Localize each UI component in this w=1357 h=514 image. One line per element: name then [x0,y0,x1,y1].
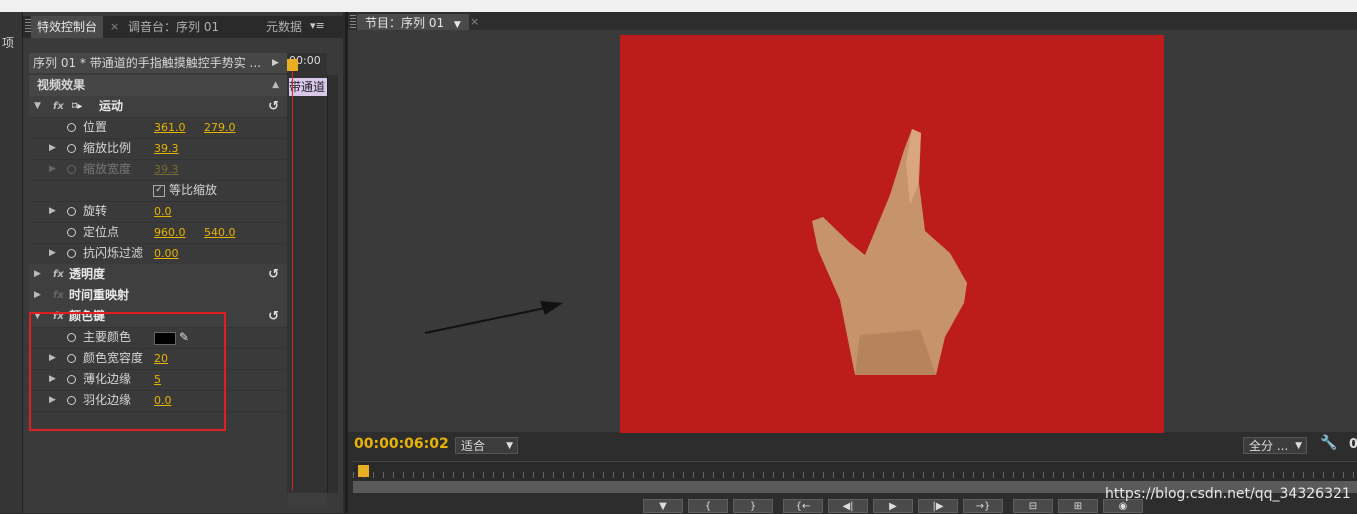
param-value[interactable]: 0.00 [154,243,179,264]
ruler-ticks [353,472,1357,478]
current-timecode[interactable]: 00:00:06:02 [354,436,449,452]
reset-icon[interactable]: ↺ [268,264,279,285]
fit-value: 适合 [461,439,486,453]
panel-menu-icon[interactable]: ▾≡ [310,19,325,32]
uniform-scale-checkbox[interactable]: ✓ [153,185,165,197]
lift-button[interactable]: ⊟ [1013,499,1053,513]
step-forward-button[interactable]: |▶ [918,499,958,513]
mark-in-button[interactable]: { [688,499,728,513]
close-icon[interactable]: × [470,15,479,28]
param-anti-flicker: ▶ 抗闪烁过滤 0.00 [29,243,287,265]
add-marker-button[interactable]: ▼ [643,499,683,513]
sequence-clip-header[interactable]: 序列 01 * 带通道的手指触摸触控手势实 ... [29,53,287,73]
param-value[interactable]: 0.0 [154,201,172,222]
param-scale-width: ▶ 缩放宽度 39.3 [29,159,287,181]
param-scale: ▶ 缩放比例 39.3 [29,138,287,160]
effect-name: 运动 [99,99,124,113]
chevron-down-icon: ▼ [506,441,513,451]
expand-triangle-icon[interactable]: ▶ [34,285,41,306]
tab-effect-controls[interactable]: 特效控制台 [31,16,104,38]
expand-triangle-icon[interactable]: ▶ [49,201,56,222]
watermark-text: https://blog.csdn.net/qq_34326321 [1105,486,1351,502]
arrow-annotation [424,301,563,334]
param-uniform-scale: ✓ 等比缩放 [29,180,287,202]
stopwatch-icon[interactable] [67,144,76,153]
effect-timeline-pane[interactable] [287,53,327,493]
param-rotation: ▶ 旋转 0.0 [29,201,287,223]
vertical-scrollbar[interactable] [327,75,338,493]
close-icon[interactable]: × [110,20,119,33]
playhead-line [292,70,293,490]
param-label: 缩放比例 [83,141,132,155]
effect-name: 时间重映射 [69,288,130,302]
expand-triangle-icon[interactable]: ▶ [49,138,56,159]
chevron-down-icon[interactable]: ▼ [454,20,461,30]
project-panel-label: 项 [2,36,15,50]
param-value[interactable]: 960.0 [154,222,186,243]
effect-time-remap[interactable]: ▶ fx 时间重映射 [29,285,287,307]
monitor-time-ruler[interactable] [353,461,1357,482]
chevron-down-icon: ▼ [1295,441,1302,451]
section-title: 视频效果 [37,78,86,92]
highlight-box [29,312,226,431]
play-button[interactable]: ▶ [873,499,913,513]
param-label: 缩放宽度 [83,162,132,176]
zoom-scroll-handle[interactable] [288,493,327,505]
param-label: 位置 [83,120,108,134]
step-back-button[interactable]: ◀| [828,499,868,513]
param-label: 旋转 [83,204,108,218]
panel-grip-icon[interactable] [350,15,356,29]
stopwatch-icon[interactable] [67,228,76,237]
go-to-out-button[interactable]: →} [963,499,1003,513]
tab-label: 节目：序列 01 [365,16,445,30]
stopwatch-icon[interactable] [67,123,76,132]
stopwatch-icon [67,165,76,174]
param-label: 抗闪烁过滤 [83,246,144,260]
fx-icon: fx [53,290,64,301]
timeline-clip[interactable]: 带通道 [289,78,327,96]
fx-icon[interactable]: fx [53,264,64,285]
effect-motion[interactable]: ▼ fx ⌑▸ 运动 ↺ [29,96,287,118]
transform-icon[interactable]: ⌑▸ [72,96,82,117]
extract-button[interactable]: ⊞ [1058,499,1098,513]
param-label: 定位点 [83,225,120,239]
reset-icon[interactable]: ↺ [268,306,279,327]
param-value[interactable]: 361.0 [154,117,186,138]
param-anchor: 定位点 960.0 540.0 [29,222,287,244]
hand-image [812,129,967,375]
wrench-icon[interactable]: 🔧 [1320,435,1337,451]
mark-out-button[interactable]: } [733,499,773,513]
stopwatch-icon[interactable] [67,207,76,216]
playhead-handle[interactable] [287,59,298,71]
reset-icon[interactable]: ↺ [268,96,279,117]
param-value: 39.3 [154,163,179,176]
expand-triangle-icon[interactable]: ▶ [49,243,56,264]
duration-readout: 0 [1349,437,1357,452]
play-clip-icon[interactable]: ▶ [272,58,279,68]
expand-triangle-icon: ▶ [49,164,56,174]
effect-name: 透明度 [69,267,106,281]
expand-triangle-icon[interactable]: ▶ [34,264,41,285]
fit-dropdown[interactable]: 适合 ▼ [455,437,518,454]
tab-metadata[interactable]: 元数据 [260,16,308,38]
sequence-clip-title: 序列 01 * 带通道的手指触摸触控手势实 ... [33,56,261,70]
video-effects-header: 视频效果 ▲ [29,75,287,97]
param-value[interactable]: 279.0 [204,117,236,138]
param-position: 位置 361.0 279.0 [29,117,287,139]
tab-audio-mixer[interactable]: 调音台：序列 01 [122,16,225,38]
monitor-playhead[interactable] [358,465,369,477]
expand-triangle-icon[interactable]: ▼ [34,96,41,117]
project-panel-edge[interactable]: 项 [0,12,23,513]
resolution-dropdown[interactable]: 全分 ... ▼ [1243,437,1307,454]
window-top-strip [0,0,1357,12]
go-to-in-button[interactable]: {← [783,499,823,513]
param-value[interactable]: 540.0 [204,222,236,243]
collapse-up-icon[interactable]: ▲ [272,75,279,96]
fx-icon[interactable]: fx [53,96,64,117]
stopwatch-icon[interactable] [67,249,76,258]
param-label: 等比缩放 [169,183,218,197]
param-value[interactable]: 39.3 [154,138,179,159]
effect-opacity[interactable]: ▶ fx 透明度 ↺ [29,264,287,286]
resolution-value: 全分 ... [1249,439,1289,453]
